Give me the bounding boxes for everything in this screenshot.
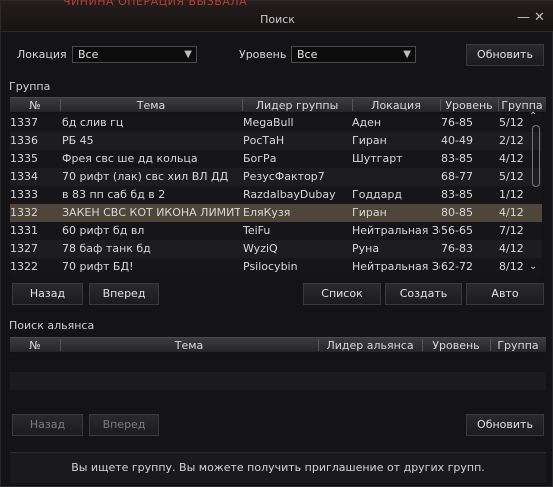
cell-level: 83-85: [441, 188, 473, 201]
group-row[interactable]: 1331 60 рифт бд вл TeiFu Нейтральная Зона56…: [10, 222, 542, 240]
alliance-empty-row: [10, 372, 546, 390]
cell-num: 1327: [10, 242, 38, 255]
list-button[interactable]: Список: [303, 283, 381, 305]
col-level[interactable]: Уровень: [440, 99, 498, 112]
alliance-empty-row: [10, 354, 546, 372]
location-select[interactable]: Все ▼: [72, 46, 197, 63]
group-row[interactable]: 1332 ЗАКЕН СВС КОТ ИКОНА ЛИМИТ ЕляКузя Гира…: [10, 204, 542, 222]
group-row[interactable]: 1322 70 рифт БД! Psilocybin Нейтральная Зон…: [10, 258, 542, 276]
group-row[interactable]: 1337 бд слив гц MegaBull Аден 76-85 5/12: [10, 114, 542, 132]
cell-leader: РезусФактор7: [243, 170, 325, 183]
scroll-thumb[interactable]: [532, 125, 540, 187]
col-leader[interactable]: Лидер группы: [242, 99, 352, 112]
col-topic[interactable]: Тема: [60, 339, 318, 352]
cell-leader: ЕляКузя: [243, 206, 291, 219]
create-button[interactable]: Создать: [385, 283, 462, 305]
cell-leader: РосТаН: [243, 134, 285, 147]
chevron-down-icon: ▼: [403, 49, 411, 60]
cell-leader: MegaBull: [243, 116, 294, 129]
group-row[interactable]: 1335 Фрея свс ше дд кольца БогРа Шутгарт 83-…: [10, 150, 542, 168]
cell-topic: 78 баф танк бд: [62, 242, 151, 255]
scroll-down-icon[interactable]: ⌄: [529, 261, 537, 272]
status-text: Вы ищете группу. Вы можете получить приг…: [71, 461, 485, 474]
close-icon[interactable]: ✕: [534, 11, 545, 25]
cell-location: Руна: [352, 242, 380, 255]
cell-leader: БогРа: [243, 152, 277, 165]
col-num[interactable]: №: [10, 339, 60, 352]
alliance-forward-button[interactable]: Вперед: [89, 414, 159, 436]
cell-topic: 70 рифт БД!: [62, 260, 134, 273]
cell-leader: RazdalbayDubay: [243, 188, 336, 201]
alliance-section-label: Поиск альянса: [9, 319, 95, 332]
group-row[interactable]: 1327 78 баф танк бд WyziQ Руна 76-83 4/12: [10, 240, 542, 258]
cell-num: 1331: [10, 224, 38, 237]
cell-leader: TeiFu: [243, 224, 271, 237]
group-row[interactable]: 1333 в 83 пп саб бд в 2 RazdalbayDubay Годд…: [10, 186, 542, 204]
level-select-value: Все: [297, 48, 318, 61]
cell-level: 68-77: [441, 170, 473, 183]
cell-topic: 70 рифт (лак) свс хил ВЛ ДД: [62, 170, 229, 183]
cell-num: 1333: [10, 188, 38, 201]
group-scrollbar[interactable]: ⌃ ⌄: [529, 111, 543, 275]
location-label: Локация: [17, 48, 67, 61]
col-level[interactable]: Уровень: [422, 339, 490, 352]
col-location[interactable]: Локация: [352, 99, 440, 112]
cell-num: 1322: [10, 260, 38, 273]
cell-level: 76-85: [441, 116, 473, 129]
cell-level: 62-72: [441, 260, 473, 273]
cell-level: 83-85: [441, 152, 473, 165]
level-label: Уровень: [239, 48, 287, 61]
window-title: Поиск: [260, 13, 295, 26]
alliance-empty-row: [10, 390, 546, 408]
cell-topic: Фрея свс ше дд кольца: [62, 152, 198, 165]
cell-num: 1336: [10, 134, 38, 147]
minimize-icon[interactable]: —: [517, 11, 530, 25]
group-back-button[interactable]: Назад: [12, 283, 83, 305]
search-window: ЧИНИНА ОПЕРАЦИЯ ВЫЗВАЛА Поиск — ✕ Локаци…: [0, 0, 553, 487]
group-table-header: № Тема Лидер группы Локация Уровень Груп…: [10, 97, 546, 113]
cell-leader: WyziQ: [243, 242, 278, 255]
cell-location: Годдард: [352, 188, 402, 201]
group-section-label: Группа: [9, 80, 51, 93]
cell-level: 56-65: [441, 224, 473, 237]
col-group[interactable]: Группа: [498, 99, 546, 112]
cell-level: 40-49: [441, 134, 473, 147]
cell-location: Аден: [352, 116, 382, 129]
auto-button[interactable]: Авто: [466, 283, 544, 305]
cell-location: Гиран: [352, 206, 387, 219]
status-bar: Вы ищете группу. Вы можете получить приг…: [10, 452, 546, 483]
cell-location: Шутгарт: [352, 152, 403, 165]
cell-location: Нейтральная Зона: [352, 224, 440, 237]
cell-topic: ЗАКЕН СВС КОТ ИКОНА ЛИМИТ: [62, 206, 240, 219]
refresh-filters-button[interactable]: Обновить: [466, 44, 544, 66]
cell-topic: РБ 45: [62, 134, 94, 147]
cell-location: Гиран: [352, 134, 387, 147]
cell-topic: в 83 пп саб бд в 2: [62, 188, 166, 201]
cell-level: 80-85: [441, 206, 473, 219]
level-select[interactable]: Все ▼: [291, 46, 416, 63]
location-select-value: Все: [78, 48, 99, 61]
group-row[interactable]: 1336 РБ 45 РосТаН Гиран 40-49 2/12: [10, 132, 542, 150]
col-alliance-leader[interactable]: Лидер альянса: [318, 339, 422, 352]
cell-num: 1335: [10, 152, 38, 165]
alliance-table-header: № Тема Лидер альянса Уровень Группа: [10, 337, 546, 353]
scroll-up-icon[interactable]: ⌃: [529, 111, 537, 122]
group-row[interactable]: 1334 70 рифт (лак) свс хил ВЛ ДД РезусФакт…: [10, 168, 542, 186]
cell-num: 1332: [10, 206, 38, 219]
cell-num: 1334: [10, 170, 38, 183]
cell-topic: 60 рифт бд вл: [62, 224, 145, 237]
chevron-down-icon: ▼: [184, 49, 192, 60]
cell-num: 1337: [10, 116, 38, 129]
background-text-fragment: ЧИНИНА ОПЕРАЦИЯ ВЫЗВАЛА: [63, 0, 248, 8]
cell-location: Нейтральная Зона: [352, 260, 440, 273]
col-group[interactable]: Группа: [490, 339, 546, 352]
cell-leader: Psilocybin: [243, 260, 298, 273]
alliance-refresh-button[interactable]: Обновить: [466, 414, 544, 436]
group-forward-button[interactable]: Вперед: [89, 283, 159, 305]
alliance-back-button[interactable]: Назад: [12, 414, 83, 436]
cell-level: 76-83: [441, 242, 473, 255]
cell-topic: бд слив гц: [62, 116, 124, 129]
col-num[interactable]: №: [10, 99, 60, 112]
col-topic[interactable]: Тема: [60, 99, 242, 112]
